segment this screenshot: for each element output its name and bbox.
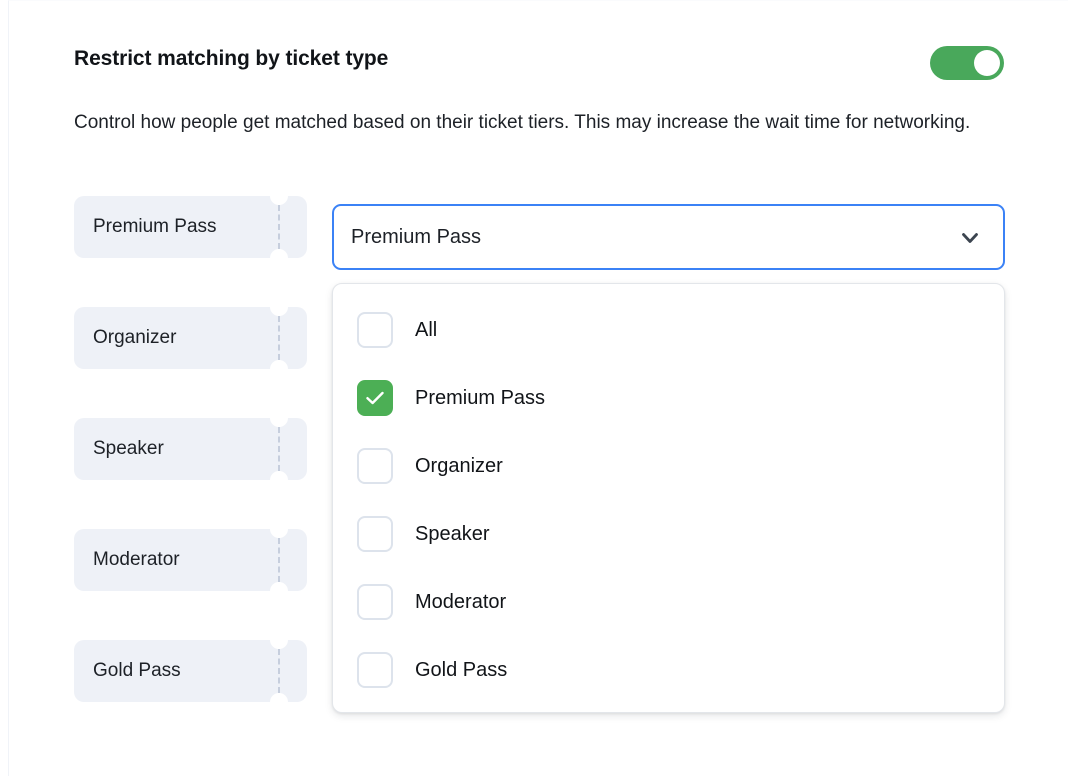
checkmark-icon (365, 389, 385, 407)
ticket-notch-top-icon (270, 307, 288, 316)
ticket-chip[interactable]: Premium Pass (74, 196, 307, 258)
dropdown-option-label: Organizer (415, 454, 503, 477)
ticket-chip-label: Speaker (93, 438, 164, 459)
restrict-matching-toggle[interactable] (930, 46, 1004, 80)
ticket-type-dropdown-panel: All Premium Pass Organizer Speaker Moder… (332, 283, 1005, 713)
ticket-notch-top-icon (270, 529, 288, 538)
dropdown-option-list: All Premium Pass Organizer Speaker Moder… (333, 296, 1004, 704)
ticket-notch-bottom-icon (270, 360, 288, 369)
settings-card: Restrict matching by ticket type Control… (8, 0, 1068, 776)
section-description: Control how people get matched based on … (74, 112, 971, 133)
ticket-chip[interactable]: Moderator (74, 529, 307, 591)
ticket-chip-label: Moderator (93, 549, 180, 570)
dropdown-option-label: Moderator (415, 590, 507, 613)
ticket-chip-list: Premium Pass Organizer Speaker Moderator… (74, 196, 314, 751)
ticket-notch-top-icon (270, 418, 288, 427)
ticket-notch-bottom-icon (270, 471, 288, 480)
checkbox-icon[interactable] (357, 448, 393, 484)
ticket-type-select[interactable]: Premium Pass (332, 204, 1005, 270)
section-header: Restrict matching by ticket type (74, 41, 1004, 85)
dropdown-option-organizer[interactable]: Organizer (333, 432, 1004, 500)
ticket-notch-bottom-icon (270, 693, 288, 702)
ticket-chip-label: Organizer (93, 327, 177, 348)
ticket-notch-bottom-icon (270, 249, 288, 258)
chevron-down-icon[interactable] (959, 227, 981, 249)
dropdown-option-label: Gold Pass (415, 658, 508, 681)
ticket-perforation-icon (278, 205, 280, 249)
ticket-chip-label: Gold Pass (93, 660, 181, 681)
ticket-notch-bottom-icon (270, 582, 288, 591)
ticket-chip[interactable]: Speaker (74, 418, 307, 480)
checkbox-icon[interactable] (357, 516, 393, 552)
ticket-perforation-icon (278, 538, 280, 582)
dropdown-option-moderator[interactable]: Moderator (333, 568, 1004, 636)
dropdown-option-label: Premium Pass (415, 386, 546, 409)
ticket-perforation-icon (278, 649, 280, 693)
checkbox-icon[interactable] (357, 584, 393, 620)
ticket-perforation-icon (278, 427, 280, 471)
dropdown-option-premium-pass[interactable]: Premium Pass (333, 364, 1004, 432)
dropdown-option-label: All (415, 318, 438, 341)
dropdown-option-label: Speaker (415, 522, 490, 545)
checkbox-icon[interactable] (357, 312, 393, 348)
dropdown-option-gold-pass[interactable]: Gold Pass (333, 636, 1004, 704)
checkbox-icon[interactable] (357, 380, 393, 416)
ticket-notch-top-icon (270, 640, 288, 649)
toggle-knob (974, 50, 1000, 76)
ticket-chip[interactable]: Organizer (74, 307, 307, 369)
page-title: Restrict matching by ticket type (74, 47, 389, 70)
ticket-perforation-icon (278, 316, 280, 360)
select-value: Premium Pass (351, 226, 482, 248)
dropdown-option-all[interactable]: All (333, 296, 1004, 364)
checkbox-icon[interactable] (357, 652, 393, 688)
ticket-notch-top-icon (270, 196, 288, 205)
dropdown-option-speaker[interactable]: Speaker (333, 500, 1004, 568)
ticket-chip-label: Premium Pass (93, 216, 217, 237)
ticket-chip[interactable]: Gold Pass (74, 640, 307, 702)
